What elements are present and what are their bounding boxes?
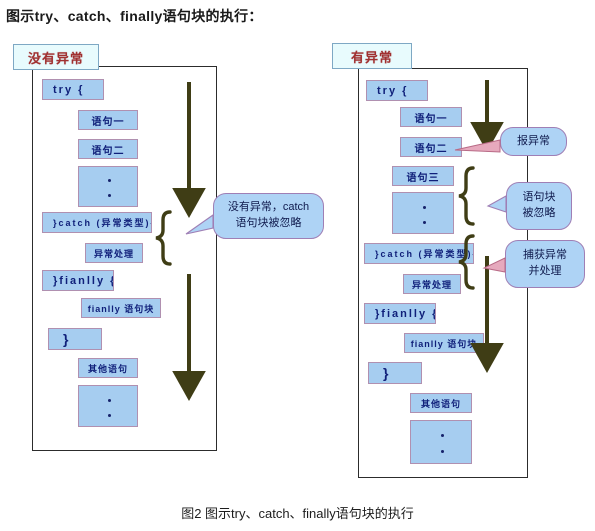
dot-lower [423, 221, 426, 224]
left-block-exception-handling: 异常处理 [85, 243, 143, 263]
throw-exception-callout: 报异常 [500, 127, 567, 156]
callout-line-2: 语句块被忽略 [235, 217, 302, 229]
dot-lower [441, 450, 444, 454]
left-block-try-open: try { [42, 79, 104, 100]
right-block-statement-1: 语句一 [400, 107, 462, 127]
right-block-other-statements: 其他语句 [410, 393, 472, 413]
callout-line-1: 没有异常，catch [227, 201, 310, 214]
catch-handle-callout: 捕获异常 并处理 [505, 240, 585, 288]
callout-line-2: 被忽略 [522, 207, 556, 219]
left-panel-tag: 没有异常 [13, 44, 99, 70]
right-block-exception-handling: 异常处理 [403, 274, 461, 294]
page-title: 图示try、catch、finally语句块的执行： [6, 8, 263, 24]
right-block-finally-body: fianlly 语句块 [404, 333, 484, 353]
callout-line-2: 并处理 [528, 265, 562, 277]
left-block-statement-1: 语句一 [78, 110, 138, 130]
dot-lower [108, 414, 111, 417]
left-block-finally-open: }fianlly { [42, 270, 114, 291]
left-block-finally-body: fianlly 语句块 [81, 298, 161, 318]
callout-line-1: 语句块 [522, 191, 556, 204]
left-block-other-statements: 其他语句 [78, 358, 138, 378]
left-block-close-brace: } [48, 328, 102, 350]
left-block-statement-2: 语句二 [78, 139, 138, 159]
dot-lower [108, 194, 111, 198]
block-ignored-callout: 语句块 被忽略 [506, 182, 572, 230]
right-panel-tag: 有异常 [332, 43, 412, 69]
callout-line-1: 报异常 [517, 134, 550, 147]
right-block-statement-dots [392, 192, 454, 234]
dot-upper [441, 434, 444, 438]
no-exception-callout: 没有异常，catch 语句块被忽略 [213, 193, 324, 239]
dot-upper [108, 179, 111, 183]
right-block-finally-open: }fianlly { [364, 303, 436, 324]
right-block-trailing-dots [410, 420, 472, 464]
left-block-catch-open: }catch (异常类型){ [42, 212, 152, 233]
dot-upper [108, 398, 111, 402]
callout-line-1: 捕获异常 [523, 249, 567, 262]
right-block-catch-open: }catch (异常类型){ [364, 243, 474, 264]
right-block-try-open: try { [366, 80, 428, 101]
right-block-close-brace: } [368, 362, 422, 384]
dot-upper [423, 205, 426, 209]
left-block-statement-dots [78, 166, 138, 207]
right-panel-frame [358, 68, 528, 478]
right-block-statement-3: 语句三 [392, 166, 454, 186]
right-block-statement-2: 语句二 [400, 137, 462, 157]
left-block-trailing-dots [78, 385, 138, 427]
figure-caption: 图2 图示try、catch、finally语句块的执行 [181, 506, 414, 521]
diagram-root: 图示try、catch、finally语句块的执行： 没有异常 try { 语句… [0, 0, 595, 531]
